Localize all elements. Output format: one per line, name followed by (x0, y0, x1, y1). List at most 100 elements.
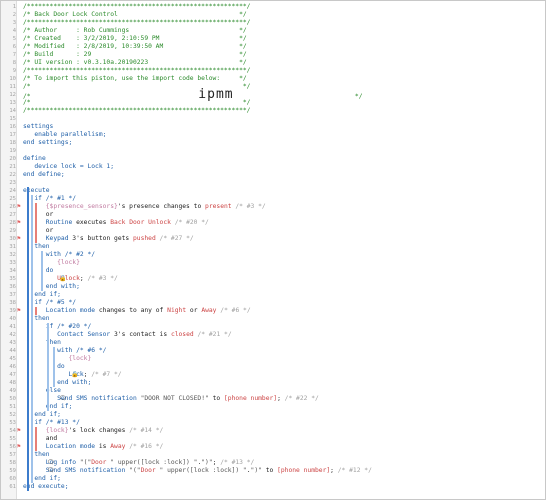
line-number: 26 (9, 204, 16, 210)
code-line: end settings; (23, 139, 73, 146)
code-line: then (23, 243, 50, 250)
block-indicator-bar (35, 203, 37, 243)
line-number: 39 (9, 308, 16, 314)
code-line: or (45, 211, 54, 218)
code-line: /* */ (23, 99, 251, 106)
line-number: 58 (9, 460, 16, 466)
code-line: end if; (45, 403, 73, 410)
line-number: 57 (9, 452, 16, 458)
line-number: 17 (9, 132, 16, 138)
line-number: 22 (9, 172, 16, 178)
code-line: then (23, 451, 50, 458)
line-number: 56 (9, 444, 16, 450)
code-line: /***************************************… (23, 107, 251, 114)
code-line: /* Author : Rob Cummings */ (23, 27, 247, 34)
code-line: then (23, 315, 50, 322)
code-line: end define; (23, 171, 65, 178)
code-line: define (23, 155, 46, 162)
code-line: and (45, 435, 58, 442)
code-line: {$presence_sensors}'s presence changes t… (45, 203, 266, 210)
line-number: 35 (9, 276, 16, 282)
line-number: 59 (9, 468, 16, 474)
line-number: 19 (9, 148, 16, 154)
block-indicator-bar (35, 307, 37, 315)
code-line: with /* #6 */ (23, 347, 107, 354)
code-line: end with; (23, 379, 92, 386)
line-number: 49 (9, 388, 16, 394)
condition-flag-icon: ⚑ (17, 203, 21, 210)
line-number: 27 (9, 212, 16, 218)
code-line: Location mode is Away /* #16 */ (45, 443, 164, 450)
line-number: 43 (9, 340, 16, 346)
condition-flag-icon: ⚑ (17, 427, 21, 434)
line-number: 23 (9, 180, 16, 186)
line-number: 20 (9, 156, 16, 162)
line-number: 12 (9, 92, 16, 98)
code-line: /***************************************… (23, 3, 251, 10)
block-indicator-bar (31, 299, 33, 419)
code-line: end execute; (23, 483, 69, 490)
code-line: /* Modified : 2/8/2019, 10:39:50 AM */ (23, 43, 247, 50)
code-line: if /* #20 */ (23, 323, 92, 330)
lock-icon: 🔒 (71, 371, 79, 378)
code-line: Send SMS notification "("Door " upper([l… (45, 467, 372, 474)
piston-code-viewer: 1 2 3 4 5 6 7 8 9 10 11 12 13 14 15 16 17 18 19 20 21 22 23 24 2… (0, 0, 546, 500)
code-line: /* Back Door Lock Control */ (23, 11, 247, 18)
line-number: 54 (9, 428, 16, 434)
block-indicator-bar (27, 187, 29, 491)
line-number: 37 (9, 292, 16, 298)
line-number: 51 (9, 404, 16, 410)
line-number: 6 (12, 44, 16, 50)
code-line: if /* #5 */ (23, 299, 77, 306)
line-number-gutter: 1 2 3 4 5 6 7 8 9 10 11 12 13 14 15 16 17 18 19 20 21 22 23 24 2… (1, 1, 17, 499)
line-number: 42 (9, 332, 16, 338)
code-line: or (45, 227, 54, 234)
code-line: {lock} (23, 259, 80, 266)
line-number: 3 (12, 20, 16, 26)
line-number: 28 (9, 220, 16, 226)
block-indicator-bar (41, 251, 43, 291)
condition-flag-icon: ⚑ (17, 219, 21, 226)
line-number: 2 (12, 12, 16, 18)
line-number: 11 (9, 84, 16, 90)
block-indicator-bar (47, 323, 49, 411)
code-line: execute (23, 187, 50, 194)
code-line: Log info "("Door " upper([lock :lock]) "… (45, 459, 255, 466)
line-number: 50 (9, 396, 16, 402)
code-line: do (23, 267, 54, 274)
code-line: {lock} (23, 355, 92, 362)
line-number: 29 (9, 228, 16, 234)
line-number: 18 (9, 140, 16, 146)
code-line: end if; (23, 411, 61, 418)
code-line: Send SMS notification "DOOR NOT CLOSED!"… (57, 395, 319, 402)
block-indicator-bar (35, 427, 37, 451)
code-line: /* Created : 3/2/2019, 2:10:59 PM */ (23, 35, 247, 42)
line-number: 40 (9, 316, 16, 322)
line-number: 30 (9, 236, 16, 242)
code-line: device lock = Lock 1; (23, 163, 114, 170)
code-line: with /* #2 */ (23, 251, 96, 258)
code-line: enable parallelism; (23, 131, 107, 138)
line-number: 44 (9, 348, 16, 354)
code-line: /***************************************… (23, 67, 251, 74)
lock-icon: 🔒 (59, 275, 67, 282)
line-number: 21 (9, 164, 16, 170)
code-line: Unlock; /* #3 */ (57, 275, 118, 282)
line-number: 60 (9, 476, 16, 482)
code-line: end if; (23, 475, 61, 482)
block-indicator-bar (31, 195, 33, 299)
line-number: 36 (9, 284, 16, 290)
code-line: else (23, 387, 61, 394)
line-number: 4 (12, 28, 16, 34)
condition-flag-icon: ⚑ (17, 235, 21, 242)
code-line: Routine executes Back Door Unlock /* #20… (45, 219, 209, 226)
line-number: 16 (9, 124, 16, 130)
line-number: 52 (9, 412, 16, 418)
line-number: 46 (9, 364, 16, 370)
code-line: Location mode changes to any of Night or… (45, 307, 251, 314)
message-icon: 🗨 (59, 395, 67, 402)
code-line: {lock}'s lock changes /* #14 */ (45, 427, 164, 434)
line-number: 1 (12, 4, 16, 10)
line-number: 32 (9, 252, 16, 258)
